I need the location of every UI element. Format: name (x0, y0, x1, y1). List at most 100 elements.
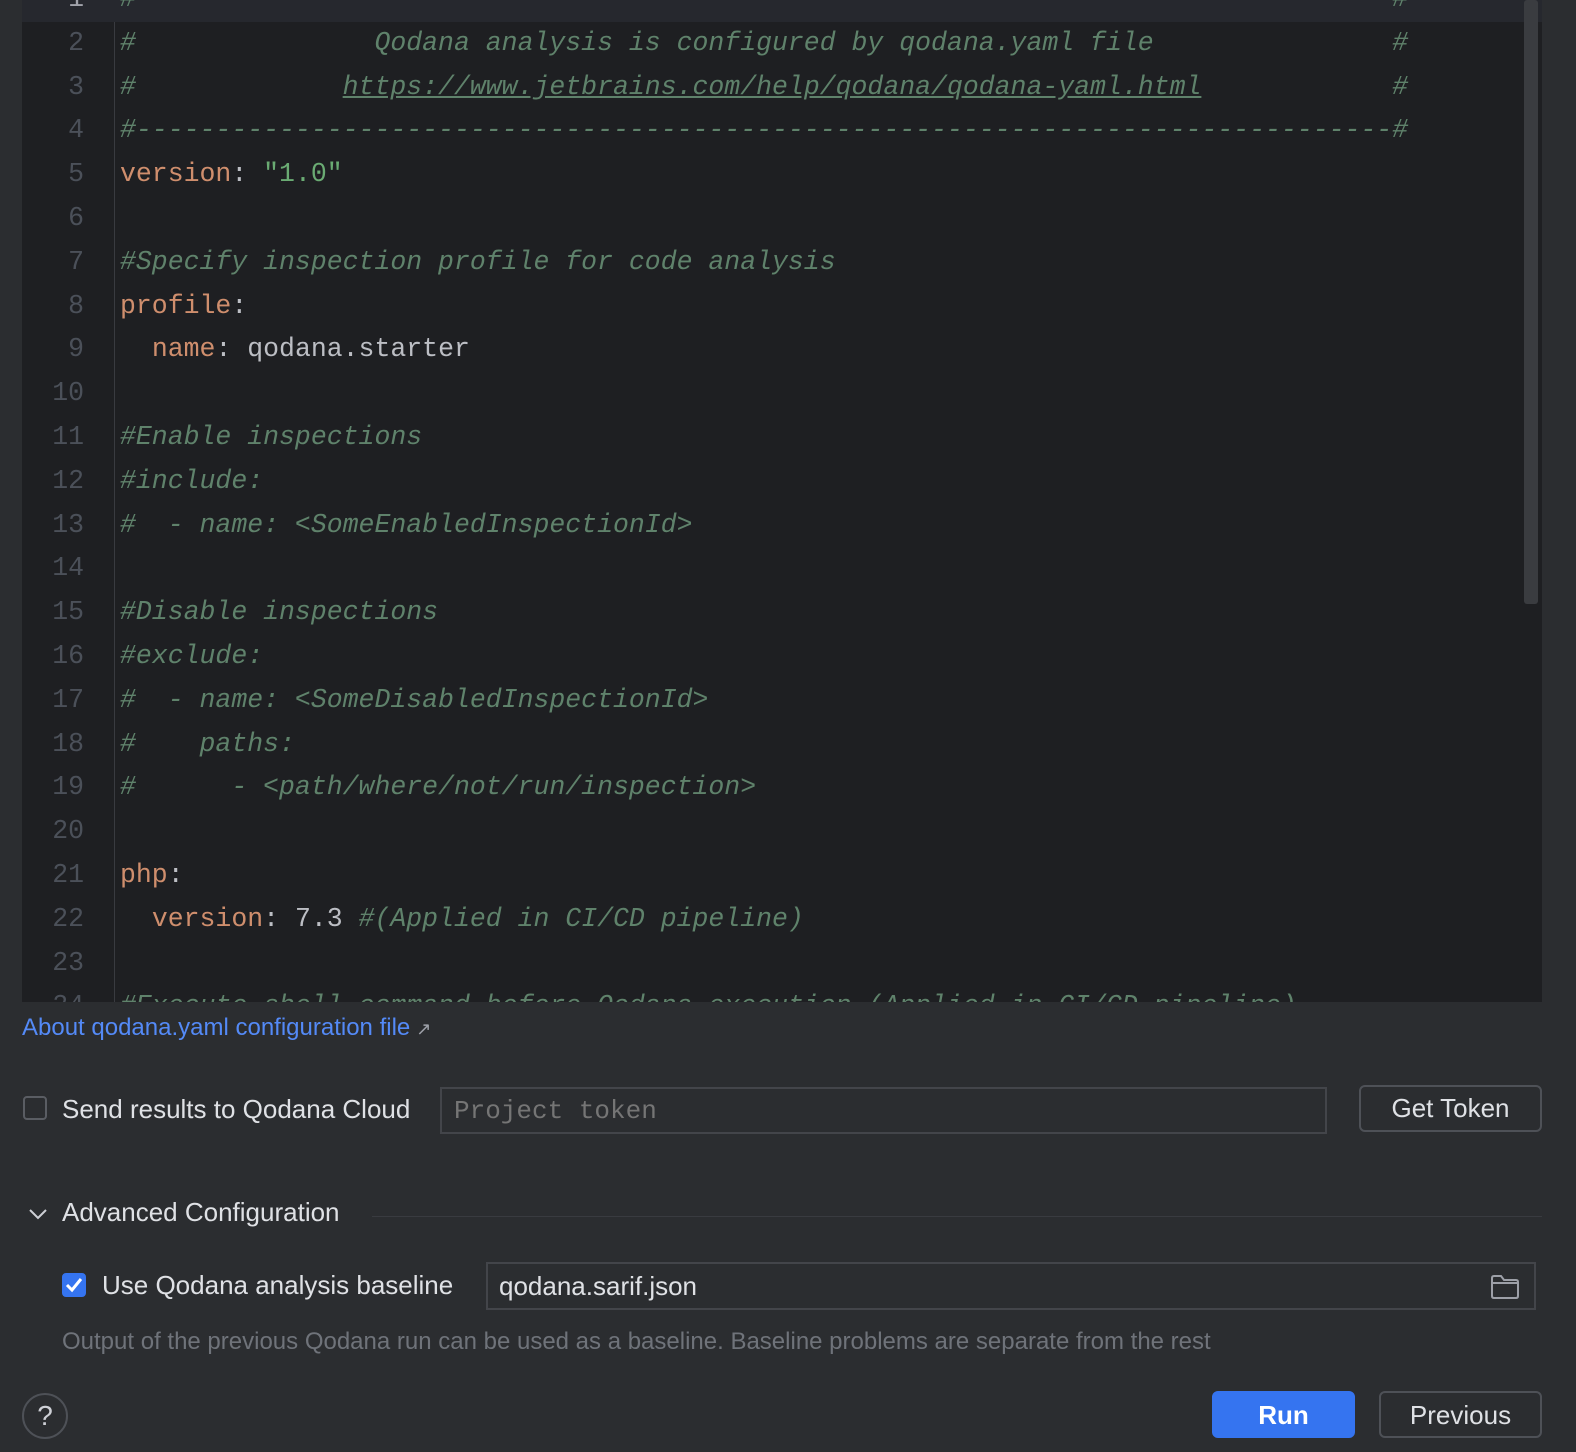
code-line[interactable]: 2 # Qodana analysis is configured by qoda… (22, 22, 1542, 66)
line-number: 14 (52, 553, 84, 584)
code-line[interactable]: 9 name: qodana.starter (22, 328, 1542, 372)
line-number: 7 (68, 246, 84, 277)
line-code: #---------------------------------------… (120, 0, 1408, 22)
line-code: version: "1.0" (120, 153, 343, 197)
line-code: # - name: <SomeEnabledInspectionId> (120, 504, 693, 548)
code-line[interactable]: 5 version: "1.0" (22, 153, 1542, 197)
line-number: 23 (52, 947, 84, 978)
code-line[interactable]: 21 php: (22, 854, 1542, 898)
line-number: 22 (52, 903, 84, 934)
line-number: 10 (52, 378, 84, 409)
code-token: version (151, 903, 264, 934)
line-number: 8 (68, 290, 84, 321)
code-token: #---------------------------------------… (120, 115, 1409, 146)
send-to-cloud-checkbox[interactable] (23, 1096, 47, 1120)
code-token: #Disable inspections (120, 597, 439, 628)
line-code: #Execute shell command before Qodana exe… (120, 985, 1297, 1002)
code-token: : (167, 859, 184, 890)
code-line[interactable]: 12 #include: (22, 460, 1542, 504)
baseline-path-field[interactable]: qodana.sarif.json (486, 1262, 1536, 1310)
code-line[interactable]: 17 # - name: <SomeDisabledInspectionId> (22, 679, 1542, 723)
code-token: : qodana.starter (215, 334, 470, 365)
line-code: # paths: (120, 723, 295, 767)
line-number: 16 (52, 640, 84, 671)
about-config-link[interactable]: About qodana.yaml configuration file ↗ (22, 1014, 431, 1042)
code-token: "1.0" (263, 159, 343, 190)
use-baseline-checkbox[interactable] (62, 1273, 86, 1297)
yaml-editor[interactable]: 1 #--------------------------------------… (22, 0, 1542, 1002)
code-line[interactable]: 4 #--------------------------------------… (22, 109, 1542, 153)
line-number: 6 (68, 202, 84, 233)
code-line[interactable]: 15 #Disable inspections (22, 591, 1542, 635)
code-line[interactable]: 14 (22, 547, 1542, 591)
code-token: #Enable inspections (120, 421, 423, 452)
line-code: #exclude: (120, 635, 263, 679)
line-code: #Enable inspections (120, 416, 422, 460)
line-code: # - <path/where/not/run/inspection> (120, 766, 756, 810)
use-baseline-label[interactable]: Use Qodana analysis baseline (102, 1270, 453, 1301)
about-link-text[interactable]: About qodana.yaml configuration file (22, 1014, 410, 1041)
code-token: : (231, 290, 248, 321)
baseline-hint: Output of the previous Qodana run can be… (62, 1328, 1211, 1355)
line-number: 24 (22, 985, 84, 1002)
code-link[interactable]: https://www.jetbrains.com/help/qodana/qo… (343, 72, 1202, 102)
code-line[interactable]: 7 #Specify inspection profile for code an… (22, 241, 1542, 285)
code-line[interactable]: 13 # - name: <SomeEnabledInspectionId> (22, 504, 1542, 548)
previous-button[interactable]: Previous (1379, 1391, 1542, 1438)
folder-icon[interactable] (1490, 1274, 1520, 1300)
code-line[interactable]: 20 (22, 810, 1542, 854)
get-token-button[interactable]: Get Token (1359, 1085, 1542, 1132)
line-code: profile: (120, 285, 247, 329)
project-token-input[interactable] (440, 1087, 1327, 1134)
line-number: 1 (22, 0, 84, 22)
code-token: #Execute shell command before Qodana exe… (120, 991, 1297, 1002)
line-number: 3 (68, 71, 84, 102)
code-line[interactable]: 18 # paths: (22, 723, 1542, 767)
code-token: #Specify inspection profile for code ana… (120, 246, 836, 277)
line-code: #include: (120, 460, 263, 504)
chevron-down-icon (29, 1209, 47, 1220)
send-to-cloud-label[interactable]: Send results to Qodana Cloud (62, 1094, 410, 1125)
line-number: 20 (52, 816, 84, 847)
code-token: name (151, 334, 216, 365)
code-line[interactable]: 6 (22, 197, 1542, 241)
code-line[interactable]: 1 #--------------------------------------… (22, 0, 1542, 22)
line-code: # - name: <SomeDisabledInspectionId> (120, 679, 708, 723)
line-number: 19 (52, 772, 84, 803)
code-lines: 1 #--------------------------------------… (22, 0, 1542, 1002)
code-token: # - name: <SomeDisabledInspectionId> (120, 684, 709, 715)
line-number: 18 (52, 728, 84, 759)
code-line[interactable]: 8 profile: (22, 285, 1542, 329)
code-token: : 7.3 (263, 903, 359, 934)
code-line[interactable]: 24 #Execute shell command before Qodana e… (22, 985, 1542, 1002)
line-number: 21 (52, 859, 84, 890)
line-code: php: (120, 854, 184, 898)
code-line[interactable]: 22 version: 7.3 #(Applied in CI/CD pipel… (22, 898, 1542, 942)
code-line[interactable]: 19 # - <path/where/not/run/inspection> (22, 766, 1542, 810)
code-line[interactable]: 11 #Enable inspections (22, 416, 1542, 460)
code-line[interactable]: 10 (22, 372, 1542, 416)
line-number: 13 (52, 509, 84, 540)
code-token: : (231, 159, 264, 190)
code-token: # - <path/where/not/run/inspection> (120, 772, 757, 803)
run-button[interactable]: Run (1212, 1391, 1355, 1438)
code-line[interactable]: 23 (22, 942, 1542, 986)
line-number: 12 (52, 465, 84, 496)
line-code: # https://www.jetbrains.com/help/qodana/… (120, 66, 1408, 110)
code-token: php (120, 859, 168, 890)
help-button[interactable]: ? (22, 1393, 68, 1439)
line-code: #Disable inspections (120, 591, 438, 635)
code-token: #---------------------------------------… (120, 0, 1408, 14)
code-line[interactable]: 3 # https://www.jetbrains.com/help/qodana… (22, 66, 1542, 110)
vertical-scrollbar[interactable] (1524, 0, 1538, 604)
code-token: # - name: <SomeEnabledInspectionId> (120, 509, 693, 540)
baseline-path-value[interactable]: qodana.sarif.json (499, 1271, 697, 1302)
external-link-icon: ↗ (416, 1019, 432, 1039)
code-line[interactable]: 16 #exclude: (22, 635, 1542, 679)
code-token: version (120, 159, 232, 190)
code-token: # (1201, 71, 1409, 102)
code-token: # paths: (120, 728, 295, 759)
line-code: #---------------------------------------… (120, 109, 1408, 153)
checkmark-icon (65, 1278, 83, 1293)
